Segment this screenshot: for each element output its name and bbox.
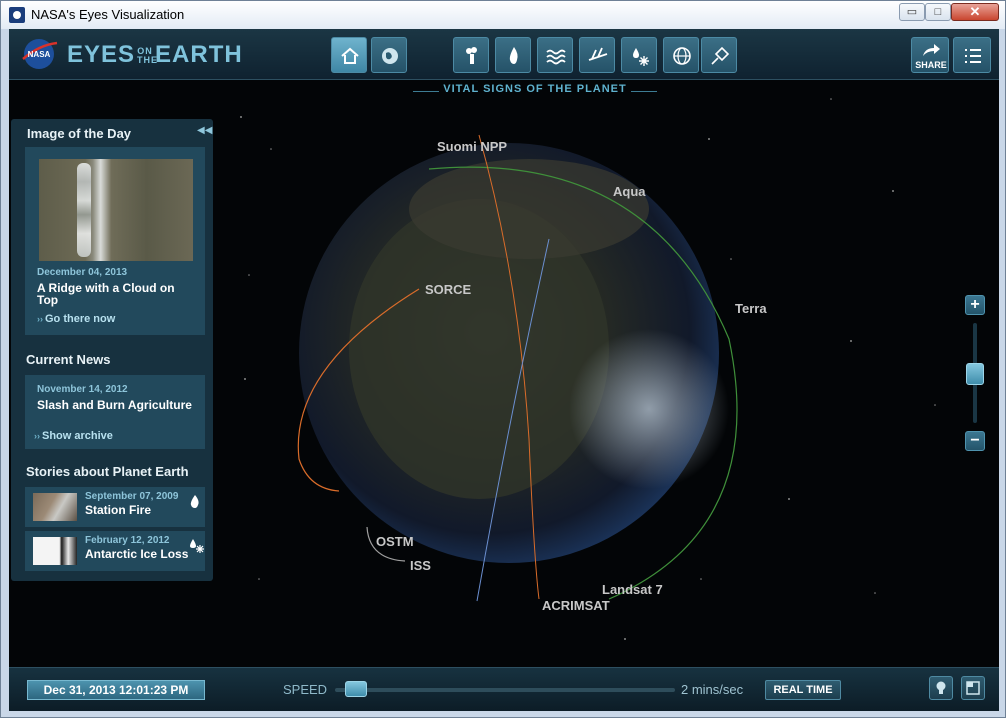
sat-label-aqua[interactable]: Aqua xyxy=(613,184,646,199)
ice-sheet-icon xyxy=(588,47,608,61)
lighting-button[interactable] xyxy=(929,676,953,700)
iod-go-link[interactable]: ›› Go there now xyxy=(37,313,115,325)
water-ice-icon xyxy=(190,539,204,553)
speed-track[interactable] xyxy=(335,688,675,692)
top-toolbar: NASA EYES ON THEEARTH SHARE xyxy=(9,29,999,80)
iod-heading: Image of the Day xyxy=(27,126,132,141)
nasa-app-icon xyxy=(9,7,25,23)
svg-text:NASA: NASA xyxy=(28,50,51,59)
story-thumbnail xyxy=(33,493,77,521)
story-date: September 07, 2009 xyxy=(85,491,179,502)
maximize-icon: □ xyxy=(934,6,942,18)
sat-label-sorce[interactable]: SORCE xyxy=(425,282,471,297)
left-sidebar: Image of the Day ◀◀ December 04, 2013 A … xyxy=(11,119,213,581)
fire-icon xyxy=(190,495,199,508)
app-content: NASA EYES ON THEEARTH SHARE VITAL SIGNS … xyxy=(9,29,999,711)
window-title: NASA's Eyes Visualization xyxy=(31,7,185,22)
news-card[interactable]: November 14, 2012 Slash and Burn Agricul… xyxy=(25,375,205,449)
menu-button[interactable] xyxy=(953,37,991,73)
story-title: Antarctic Ice Loss xyxy=(85,547,189,561)
date-time-display[interactable]: Dec 31, 2013 12:01:23 PM xyxy=(27,680,205,700)
water-ice-icon xyxy=(633,48,649,66)
nasa-logo[interactable]: NASA xyxy=(19,37,59,71)
story-item[interactable]: September 07, 2009 Station Fire xyxy=(25,487,205,527)
satellite-icon xyxy=(711,46,730,65)
collapse-sidebar-icon[interactable]: ◀◀ xyxy=(197,125,212,136)
vital-signs-title: VITAL SIGNS OF THE PLANET xyxy=(413,83,657,99)
sat-label-ostm[interactable]: OSTM xyxy=(376,534,414,549)
brand-earth: EARTH xyxy=(155,41,243,68)
title-bar: NASA's Eyes Visualization ▭ □ ✕ xyxy=(1,1,1005,29)
zoom-in-button[interactable]: + xyxy=(965,295,985,315)
story-date: February 12, 2012 xyxy=(85,535,170,546)
minimize-button[interactable]: ▭ xyxy=(899,3,925,21)
sat-label-terra[interactable]: Terra xyxy=(735,301,767,316)
speed-label: SPEED xyxy=(283,682,328,697)
chevron-right-icon: ›› xyxy=(34,431,40,441)
iod-thumbnail[interactable] xyxy=(39,159,193,261)
fire-icon xyxy=(509,47,518,64)
sat-label-landsat-7[interactable]: Landsat 7 xyxy=(602,582,663,597)
lightbulb-icon xyxy=(936,681,946,694)
real-time-button[interactable]: REAL TIME xyxy=(765,680,841,700)
ice-sheets-button[interactable] xyxy=(579,37,615,73)
water-ice-button[interactable] xyxy=(621,37,657,73)
stories-heading: Stories about Planet Earth xyxy=(26,464,189,479)
news-heading: Current News xyxy=(26,352,111,367)
close-button[interactable]: ✕ xyxy=(951,3,999,21)
water-waves-icon xyxy=(546,49,566,65)
iod-date: December 04, 2013 xyxy=(37,267,128,278)
chevron-right-icon: ›› xyxy=(37,314,43,324)
iod-card[interactable]: December 04, 2013 A Ridge with a Cloud o… xyxy=(25,147,205,335)
sea-level-button[interactable] xyxy=(537,37,573,73)
fires-button[interactable] xyxy=(495,37,531,73)
grid-globe-icon xyxy=(673,47,691,65)
carbon-dioxide-button[interactable] xyxy=(453,37,489,73)
sat-label-suomi-npp[interactable]: Suomi NPP xyxy=(437,139,507,154)
globe-button[interactable] xyxy=(371,37,407,73)
globe-icon xyxy=(382,48,398,64)
story-title: Station Fire xyxy=(85,503,152,517)
app-window: NASA's Eyes Visualization ▭ □ ✕ NASA EYE… xyxy=(0,0,1006,718)
satellites-button[interactable] xyxy=(701,37,737,73)
list-menu-icon xyxy=(965,49,981,63)
app-brand: EYES ON THEEARTH xyxy=(67,41,243,69)
maximize-button[interactable]: □ xyxy=(925,3,951,21)
window-mode-icon xyxy=(966,681,980,695)
europe-landmass xyxy=(409,159,649,259)
news-date: November 14, 2012 xyxy=(37,384,128,395)
sat-label-iss[interactable]: ISS xyxy=(410,558,431,573)
close-icon: ✕ xyxy=(969,4,981,19)
share-button[interactable]: SHARE xyxy=(911,37,949,73)
brand-eyes: EYES xyxy=(67,41,136,68)
home-button[interactable] xyxy=(331,37,367,73)
speed-value: 2 mins/sec xyxy=(681,682,744,697)
iod-title[interactable]: A Ridge with a Cloud on Top xyxy=(37,282,197,306)
zoom-out-button[interactable]: − xyxy=(965,431,985,451)
share-label: SHARE xyxy=(915,60,947,70)
news-title[interactable]: Slash and Burn Agriculture xyxy=(37,399,197,411)
sun-glare xyxy=(569,329,729,489)
gravity-button[interactable] xyxy=(663,37,699,73)
story-thumbnail xyxy=(33,537,77,565)
minimize-icon: ▭ xyxy=(906,6,918,18)
story-item[interactable]: February 12, 2012 Antarctic Ice Loss xyxy=(25,531,205,571)
show-archive-link[interactable]: ›› Show archive xyxy=(34,430,113,442)
speed-slider-thumb[interactable] xyxy=(345,681,367,697)
home-icon xyxy=(341,47,359,64)
brand-on-the: ON THE xyxy=(137,45,159,65)
sat-label-acrimsat[interactable]: ACRIMSAT xyxy=(542,598,610,613)
fullscreen-button[interactable] xyxy=(961,676,985,700)
zoom-slider-thumb[interactable] xyxy=(966,363,984,385)
share-arrow-icon xyxy=(923,44,940,56)
smokestack-icon xyxy=(466,47,477,64)
bottom-toolbar: Dec 31, 2013 12:01:23 PM SPEED 2 mins/se… xyxy=(9,667,999,711)
